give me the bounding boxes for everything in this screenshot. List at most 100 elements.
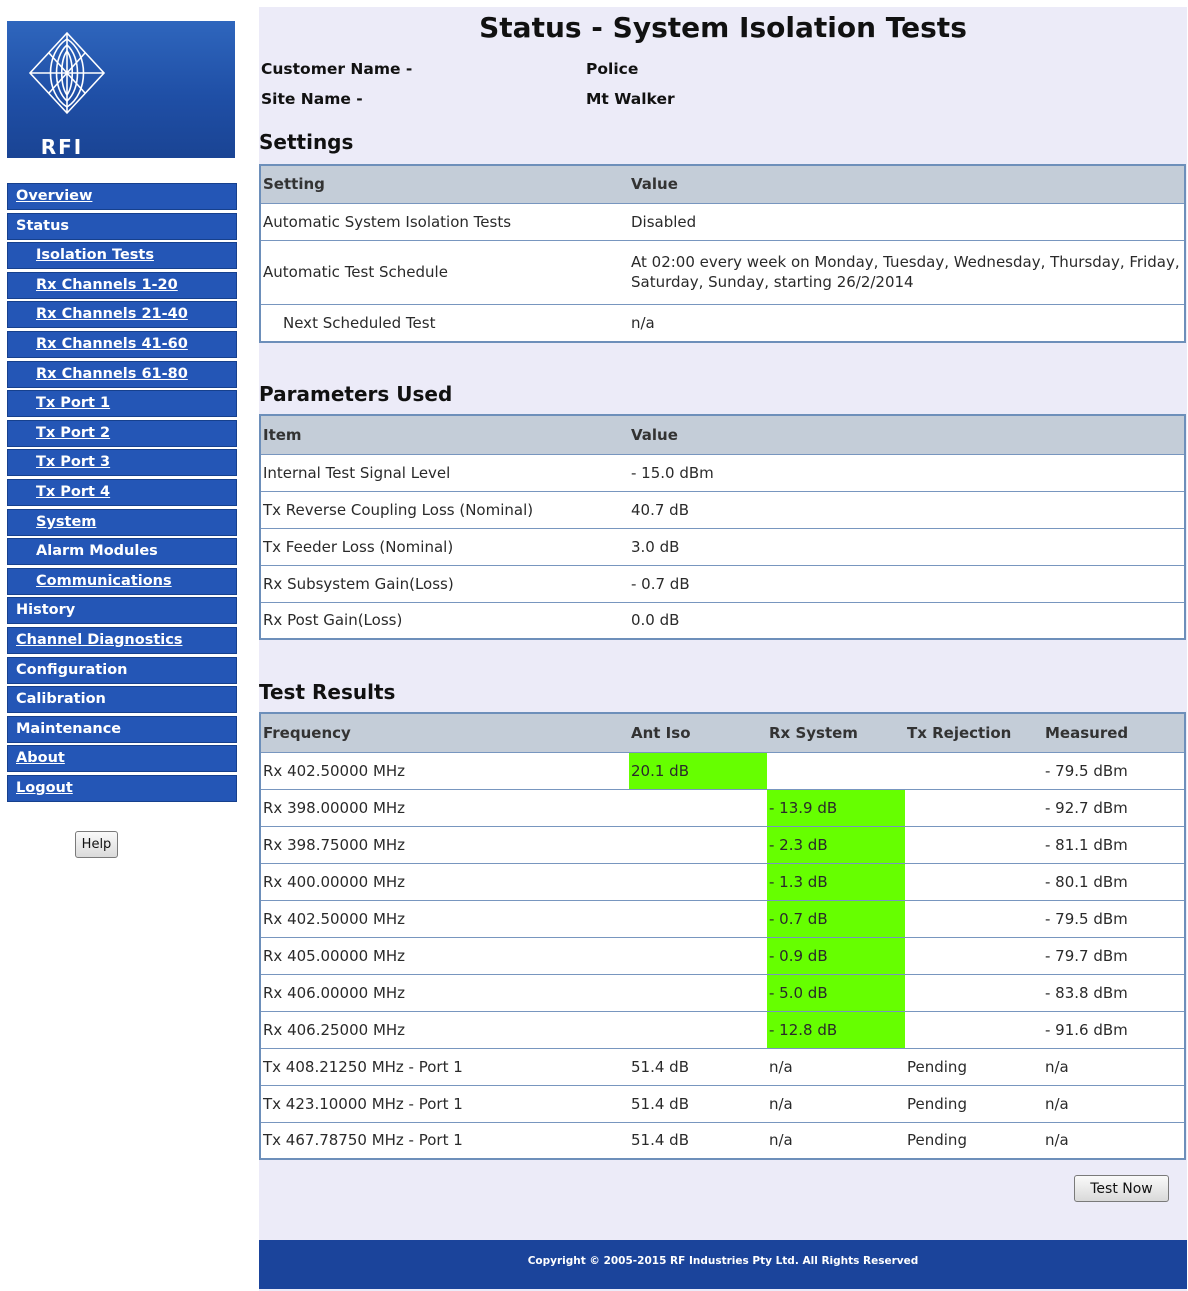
parameters-table: Item Value Internal Test Signal Level - 1… <box>259 414 1186 640</box>
result-rx-system: - 5.0 dB <box>767 973 905 1012</box>
sidebar-item-alarm-modules[interactable]: Alarm Modules <box>7 538 237 566</box>
parameter-value: 0.0 dB <box>629 601 1185 640</box>
sidebar-item-overview[interactable]: Overview <box>7 183 237 210</box>
sidebar-item-configuration[interactable]: Configuration <box>7 656 237 684</box>
sidebar-item-isolation-tests[interactable]: Isolation Tests <box>7 242 237 270</box>
sidebar-item-logout[interactable]: Logout <box>7 774 237 802</box>
parameter-name: Rx Post Gain(Loss) <box>260 601 629 640</box>
result-rx-system: - 13.9 dB <box>767 788 905 827</box>
results-header-rx-system: Rx System <box>767 712 905 753</box>
rfi-logo: RFI <box>7 21 235 158</box>
result-ant-iso <box>629 899 767 938</box>
sidebar-item-label: Rx Channels 21-40 <box>36 306 188 323</box>
result-ant-iso: 20.1 dB <box>629 751 767 790</box>
result-tx-rejection <box>905 862 1043 901</box>
sidebar-item-label: Logout <box>16 779 73 796</box>
parameters-title: Parameters Used <box>259 382 453 406</box>
sidebar-item-label: Rx Channels 1-20 <box>36 276 178 293</box>
sidebar-item-rx-channels-1-20[interactable]: Rx Channels 1-20 <box>7 271 237 299</box>
result-tx-rejection <box>905 973 1043 1012</box>
result-rx-system <box>767 751 905 790</box>
test-now-button[interactable]: Test Now <box>1074 1175 1169 1202</box>
setting-value: n/a <box>629 303 1185 343</box>
results-table: Frequency Ant Iso Rx System Tx Rejection… <box>259 712 1186 1160</box>
setting-value: At 02:00 every week on Monday, Tuesday, … <box>629 239 1185 305</box>
result-measured: - 91.6 dBm <box>1043 1010 1185 1049</box>
table-row: Rx 402.50000 MHz - 0.7 dB - 79.5 dBm <box>260 899 1185 938</box>
table-row: Tx 408.21250 MHz - Port 1 51.4 dB n/a Pendi… <box>260 1047 1185 1086</box>
sidebar-item-rx-channels-61-80[interactable]: Rx Channels 61-80 <box>7 360 237 388</box>
sidebar-item-label: Rx Channels 61-80 <box>36 365 188 382</box>
customer-name-label: Customer Name - <box>261 60 413 78</box>
site-name-label: Site Name - <box>261 90 363 108</box>
result-measured: n/a <box>1043 1084 1185 1123</box>
setting-name: Automatic Test Schedule <box>260 239 629 305</box>
sidebar-item-tx-port-1[interactable]: Tx Port 1 <box>7 390 237 418</box>
result-tx-rejection: Pending <box>905 1047 1043 1086</box>
table-row: Tx 423.10000 MHz - Port 1 51.4 dB n/a Pendi… <box>260 1084 1185 1123</box>
result-ant-iso <box>629 825 767 864</box>
result-tx-rejection: Pending <box>905 1084 1043 1123</box>
results-header-frequency: Frequency <box>260 712 629 753</box>
result-frequency: Rx 398.75000 MHz <box>260 825 629 864</box>
sidebar-item-tx-port-2[interactable]: Tx Port 2 <box>7 419 237 447</box>
sidebar-item-label: Tx Port 4 <box>36 483 111 500</box>
table-row: Automatic System Isolation Tests Disable… <box>260 202 1185 241</box>
result-rx-system: - 2.3 dB <box>767 825 905 864</box>
result-rx-system: - 0.7 dB <box>767 899 905 938</box>
result-rx-system: - 0.9 dB <box>767 936 905 975</box>
help-button[interactable]: Help <box>75 831 118 858</box>
results-header-row: Frequency Ant Iso Rx System Tx Rejection… <box>260 712 1185 753</box>
sidebar: RFI Overview Status Isolation Tests Rx Chan… <box>0 0 244 1291</box>
sidebar-item-tx-port-4[interactable]: Tx Port 4 <box>7 478 237 506</box>
sidebar-item-tx-port-3[interactable]: Tx Port 3 <box>7 449 237 477</box>
parameters-header-row: Item Value <box>260 414 1185 455</box>
parameters-header-item: Item <box>260 414 629 455</box>
settings-header-row: Setting Value <box>260 164 1185 204</box>
sidebar-item-history[interactable]: History <box>7 597 237 625</box>
settings-table: Setting Value Automatic System Isolation… <box>259 164 1186 343</box>
sidebar-item-label: Maintenance <box>16 720 122 737</box>
sidebar-item-label: About <box>16 750 65 767</box>
sidebar-item-label: Status <box>16 217 70 234</box>
sidebar-item-label: Tx Port 2 <box>36 424 111 441</box>
logo-text: RFI <box>40 135 84 159</box>
table-row: Rx 406.00000 MHz - 5.0 dB - 83.8 dBm <box>260 973 1185 1012</box>
result-ant-iso <box>629 973 767 1012</box>
result-measured: - 92.7 dBm <box>1043 788 1185 827</box>
result-ant-iso: 51.4 dB <box>629 1121 767 1160</box>
table-row: Internal Test Signal Level - 15.0 dBm <box>260 453 1185 492</box>
parameter-value: 3.0 dB <box>629 527 1185 566</box>
sidebar-item-status[interactable]: Status <box>7 212 237 240</box>
parameters-header-value: Value <box>629 414 1185 455</box>
sidebar-item-communications[interactable]: Communications <box>7 567 237 595</box>
sidebar-item-label: Communications <box>36 572 172 589</box>
parameter-name: Internal Test Signal Level <box>260 453 629 492</box>
result-tx-rejection <box>905 751 1043 790</box>
result-frequency: Rx 398.00000 MHz <box>260 788 629 827</box>
parameter-value: - 15.0 dBm <box>629 453 1185 492</box>
result-tx-rejection <box>905 788 1043 827</box>
sidebar-item-maintenance[interactable]: Maintenance <box>7 715 237 743</box>
result-frequency: Tx 467.78750 MHz - Port 1 <box>260 1121 629 1160</box>
parameter-name: Rx Subsystem Gain(Loss) <box>260 564 629 603</box>
sidebar-item-about[interactable]: About <box>7 745 237 773</box>
sidebar-item-rx-channels-21-40[interactable]: Rx Channels 21-40 <box>7 301 237 329</box>
site-name-value: Mt Walker <box>586 90 675 108</box>
result-measured: - 80.1 dBm <box>1043 862 1185 901</box>
sidebar-item-label: Overview <box>16 188 93 204</box>
sidebar-item-label: Configuration <box>16 661 128 678</box>
sidebar-item-system[interactable]: System <box>7 508 237 536</box>
sidebar-item-calibration[interactable]: Calibration <box>7 686 237 714</box>
table-row: Tx Feeder Loss (Nominal) 3.0 dB <box>260 527 1185 566</box>
sidebar-item-rx-channels-41-60[interactable]: Rx Channels 41-60 <box>7 330 237 358</box>
result-ant-iso <box>629 1010 767 1049</box>
result-frequency: Rx 402.50000 MHz <box>260 751 629 790</box>
result-measured: - 83.8 dBm <box>1043 973 1185 1012</box>
result-rx-system: n/a <box>767 1047 905 1086</box>
results-header-measured: Measured <box>1043 712 1185 753</box>
sidebar-item-channel-diagnostics[interactable]: Channel Diagnostics <box>7 626 237 654</box>
parameter-value: - 0.7 dB <box>629 564 1185 603</box>
setting-name: Automatic System Isolation Tests <box>260 202 629 241</box>
table-row: Rx 400.00000 MHz - 1.3 dB - 80.1 dBm <box>260 862 1185 901</box>
